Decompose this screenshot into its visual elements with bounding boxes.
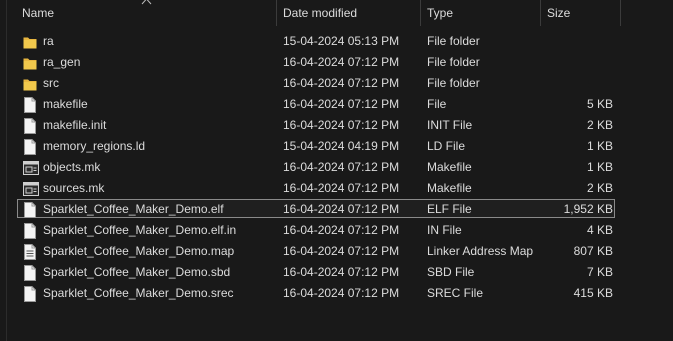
file-size: 7 KB (586, 265, 613, 279)
file-type: File folder (427, 34, 480, 48)
file-date-modified: 15-04-2024 05:13 PM (283, 34, 400, 48)
file-date-modified: 16-04-2024 07:12 PM (283, 118, 400, 132)
file-type: INIT File (427, 118, 473, 132)
file-date-modified: 15-04-2024 04:19 PM (283, 139, 400, 153)
file-date-modified: 16-04-2024 07:12 PM (283, 286, 400, 300)
file-name: makefile.init (43, 118, 107, 132)
file-size: 4 KB (586, 223, 613, 237)
file-icon (23, 223, 37, 239)
file-icon (23, 139, 37, 155)
file-date-modified: 16-04-2024 07:12 PM (283, 265, 400, 279)
file-name: sources.mk (43, 181, 105, 195)
sort-ascending-icon[interactable] (141, 0, 152, 5)
file-row[interactable]: src 16-04-2024 07:12 PM File folder (0, 73, 673, 94)
file-size: 415 KB (573, 286, 613, 300)
file-row[interactable]: Sparklet_Coffee_Maker_Demo.elf.in 16-04-2… (0, 220, 673, 241)
column-divider[interactable] (540, 0, 541, 26)
file-type: Linker Address Map (427, 244, 534, 258)
file-row[interactable]: objects.mk 16-04-2024 07:12 PM Makefile 1 K… (0, 157, 673, 178)
file-type: Makefile (427, 181, 472, 195)
file-row[interactable]: Sparklet_Coffee_Maker_Demo.srec 16-04-202… (0, 283, 673, 304)
file-list-pane: Name Date modified Type Size ra 15-04-202… (0, 0, 673, 341)
file-row[interactable]: makefile.init 16-04-2024 07:12 PM INIT Fil… (0, 115, 673, 136)
file-row[interactable]: ra_gen 16-04-2024 07:12 PM File folder (0, 52, 673, 73)
file-icon (23, 286, 37, 302)
file-size: 807 KB (573, 244, 613, 258)
file-name: makefile (43, 97, 88, 111)
file-date-modified: 16-04-2024 07:12 PM (283, 97, 400, 111)
column-header-size[interactable]: Size (547, 0, 570, 26)
file-type: File folder (427, 76, 480, 90)
file-date-modified: 16-04-2024 07:12 PM (283, 160, 400, 174)
file-date-modified: 16-04-2024 07:12 PM (283, 76, 400, 90)
file-icon (23, 118, 37, 134)
file-date-modified: 16-04-2024 07:12 PM (283, 244, 400, 258)
column-header-date-modified[interactable]: Date modified (283, 0, 357, 26)
file-date-modified: 16-04-2024 07:12 PM (283, 55, 400, 69)
file-size: 1 KB (586, 160, 613, 174)
folder-icon (23, 34, 37, 50)
column-header-name[interactable]: Name (22, 0, 54, 26)
file-type: File (427, 97, 447, 111)
file-name: Sparklet_Coffee_Maker_Demo.map (43, 244, 235, 258)
file-row[interactable]: Sparklet_Coffee_Maker_Demo.map 16-04-2024… (0, 241, 673, 262)
file-size: 2 KB (586, 118, 613, 132)
file-row[interactable]: memory_regions.ld 15-04-2024 04:19 PM LD F… (0, 136, 673, 157)
file-date-modified: 16-04-2024 07:12 PM (283, 181, 400, 195)
file-name: src (43, 76, 59, 90)
file-name: Sparklet_Coffee_Maker_Demo.sbd (43, 265, 231, 279)
file-row[interactable]: sources.mk 16-04-2024 07:12 PM Makefile 2 K… (0, 178, 673, 199)
file-size: 1 KB (586, 139, 613, 153)
folder-icon (23, 55, 37, 71)
column-divider[interactable] (276, 0, 277, 26)
file-date-modified: 16-04-2024 07:12 PM (283, 223, 400, 237)
file-type: File folder (427, 55, 480, 69)
file-type: ELF File (427, 202, 472, 216)
file-row[interactable]: ra 15-04-2024 05:13 PM File folder (0, 31, 673, 52)
file-name: Sparklet_Coffee_Maker_Demo.elf.in (43, 223, 237, 237)
column-header-bar: Name Date modified Type Size (0, 0, 673, 26)
file-type: Makefile (427, 160, 472, 174)
file-name: Sparklet_Coffee_Maker_Demo.elf (43, 202, 224, 216)
file-type: LD File (427, 139, 466, 153)
file-row[interactable]: Sparklet_Coffee_Maker_Demo.elf 16-04-2024… (0, 199, 673, 220)
file-size: 1,952 KB (563, 202, 613, 216)
column-divider[interactable] (420, 0, 421, 26)
file-name: memory_regions.ld (43, 139, 146, 153)
file-row[interactable]: Sparklet_Coffee_Maker_Demo.sbd 16-04-2024… (0, 262, 673, 283)
file-type: SBD File (427, 265, 475, 279)
file-list: ra 15-04-2024 05:13 PM File folder ra_gen 16… (0, 31, 673, 304)
file-type: IN File (427, 223, 462, 237)
file-name: ra_gen (43, 55, 81, 69)
file-size: 5 KB (586, 97, 613, 111)
file-icon (23, 97, 37, 113)
file-name: Sparklet_Coffee_Maker_Demo.srec (43, 286, 234, 300)
file-row[interactable]: makefile 16-04-2024 07:12 PM File 5 KB (0, 94, 673, 115)
text-file-icon (23, 244, 37, 260)
file-name: ra (43, 34, 54, 48)
file-type: SREC File (427, 286, 484, 300)
file-name: objects.mk (43, 160, 101, 174)
file-icon (23, 202, 37, 218)
column-divider[interactable] (620, 0, 621, 26)
file-icon (23, 265, 37, 281)
makefile-icon (23, 160, 39, 176)
column-header-type[interactable]: Type (427, 0, 453, 26)
folder-icon (23, 76, 37, 92)
makefile-icon (23, 181, 39, 197)
file-size: 2 KB (586, 181, 613, 195)
file-date-modified: 16-04-2024 07:12 PM (283, 202, 400, 216)
